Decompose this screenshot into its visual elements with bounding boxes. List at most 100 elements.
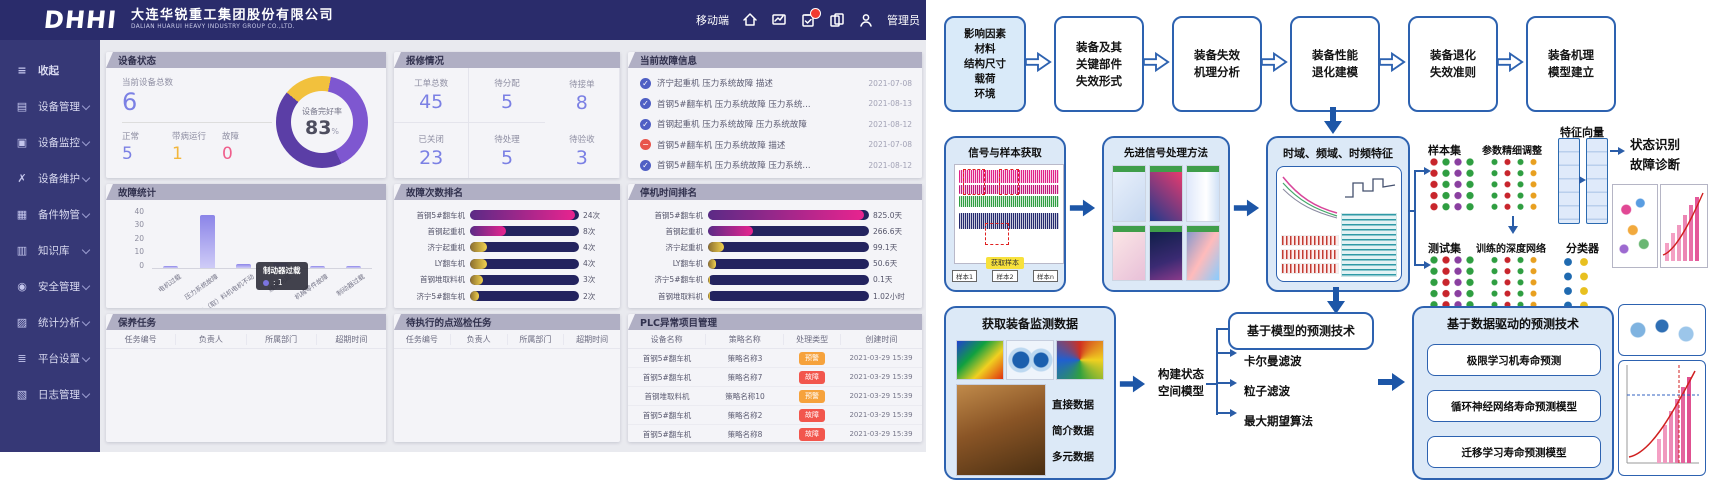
table-row[interactable]: 首钢5#翻车机 策略名称8 故障 2021-03-29 15:39 [628, 425, 922, 442]
panel-plc: PLC异常项目管理 设备名称 策略名称 处理类型 创建时间 首钢5#翻车机 策 [628, 314, 922, 442]
fault-text: 首钢起重机 压力系统故障 压力系统故障 [657, 118, 807, 130]
rank-label: 首钢5#翻车机 [637, 210, 708, 221]
device-cell: 首钢5#翻车机 [628, 372, 706, 383]
rank-value: 99.1天 [869, 242, 913, 253]
sidebar-item[interactable]: ≣ 平台设置 [0, 340, 100, 376]
fault-info-row[interactable]: 济宁起重机 压力系统故障 描述 2021-07-08 [640, 73, 912, 94]
arrow-right-icon [1232, 196, 1260, 220]
y-tick: 30 [134, 221, 144, 229]
rank-label: LY翻车机 [403, 258, 470, 269]
clipboard-icon[interactable] [800, 12, 816, 28]
table-row[interactable]: 首钢堆取料机 策略名称10 预警 2021-03-29 15:39 [628, 387, 922, 406]
trained-network-label: 训练的深度网络 [1476, 240, 1546, 255]
column-header: 策略名称 [706, 334, 784, 345]
signal-waveforms [954, 164, 1064, 264]
fault-text: 首钢5#翻车机 压力系统故障 压力系统... [657, 98, 811, 110]
rank-fill [470, 291, 479, 301]
fault-bar-chart: 电机过载 压力系统故障 堆（取）料机电机不动 [152, 208, 372, 269]
bar [200, 215, 215, 268]
rank-track [708, 242, 869, 252]
sidebar-item-icon: ▧ [15, 388, 29, 401]
column-header: 所属部门 [247, 334, 317, 345]
trend-chart-icon[interactable] [771, 12, 787, 28]
method-label: 粒子滤波 [1244, 376, 1313, 406]
mobile-link[interactable]: 移动端 [696, 12, 729, 28]
rank-track [470, 259, 579, 269]
rank-value: 50.6天 [869, 258, 913, 269]
column-header: 创建时间 [841, 334, 922, 345]
rank-fill [708, 291, 710, 301]
documents-icon[interactable] [829, 12, 845, 28]
box-title: 信号与样本获取 [946, 145, 1064, 160]
policy-cell: 策略名称2 [706, 410, 784, 421]
sidebar-item-label: 设备监控 [38, 135, 80, 150]
fault-info-row[interactable]: 首钢5#翻车机 压力系统故障 压力系统... 2021-08-12 [640, 155, 912, 176]
status-badge: 预警 [799, 390, 825, 403]
dashboard-main: 设备状态 当前设备总数 6 正常 5 [100, 40, 926, 452]
chevron-down-icon [82, 210, 90, 218]
rank-label: 首钢堆取料机 [637, 291, 708, 302]
hamburger-icon: ≡ [15, 64, 29, 77]
signal-acquisition-box: 信号与样本获取 获取样本 样本1样本2样本n [944, 136, 1066, 292]
policy-cell: 策略名称8 [706, 429, 784, 440]
donut-value: 83 [305, 117, 331, 139]
rank-row: 首钢5#翻车机 24次 [403, 207, 611, 223]
time-cell: 2021-03-29 15:39 [840, 430, 922, 438]
table-row[interactable]: 首钢5#翻车机 策略名称7 故障 2021-03-29 15:39 [628, 368, 922, 387]
bar-slot: 电机过载 [152, 208, 189, 268]
flow-box-influence-factors: 影响因素 材料 结构尺寸 载荷 环境 [944, 16, 1026, 112]
sidebar-menu: ▤ 设备管理 ▣ 设备监控 ✗ 设备维护 [0, 88, 100, 412]
sidebar-item[interactable]: ▦ 备件物管 [0, 196, 100, 232]
box-title: 基于数据驱动的预测技术 [1414, 315, 1612, 332]
y-axis-ticks: 403020100 [126, 208, 144, 269]
arrow-right-icon [1118, 372, 1146, 396]
user-avatar-icon[interactable] [858, 12, 874, 28]
table-row[interactable]: 首钢5#翻车机 策略名称2 故障 2021-03-29 15:39 [628, 406, 922, 425]
arrow-down-icon [1508, 226, 1518, 239]
sidebar-item[interactable]: ✗ 设备维护 [0, 160, 100, 196]
rank-label: 首钢起重机 [403, 226, 470, 237]
panel-fault-stats: 故障统计 403020100 电机过载 [106, 184, 386, 308]
sidebar-item-label: 平台设置 [38, 351, 80, 366]
sidebar-collapse[interactable]: ≡ 收起 [0, 52, 100, 88]
sidebar-item-icon: ▤ [15, 100, 29, 113]
rank-value: 3次 [579, 274, 611, 285]
sidebar-item[interactable]: ▥ 知识库 [0, 232, 100, 268]
panel-title: PLC异常项目管理 [628, 315, 717, 329]
column-header: 超期时间 [317, 334, 386, 345]
fault-info-row[interactable]: 首钢5#翻车机 压力系统故障 描述 2021-07-08 [640, 135, 912, 156]
sidebar-item[interactable]: ▣ 设备监控 [0, 124, 100, 160]
fault-date: 2021-08-13 [868, 99, 912, 108]
fault-info-row[interactable]: 首钢起重机 压力系统故障 压力系统故障 2021-08-12 [640, 114, 912, 135]
rank-track [470, 291, 579, 301]
chevron-down-icon [82, 174, 90, 182]
methodology-flowchart: 影响因素 材料 结构尺寸 载荷 环境 装备及其 关键部件 失效形式 装备失效 机… [926, 0, 1713, 481]
bar-slot: 制动器过载 [335, 208, 372, 268]
home-icon[interactable] [742, 12, 758, 28]
box-title: 获取装备监测数据 [946, 315, 1114, 332]
arrow-down-icon [1321, 105, 1345, 135]
rank-row: 首钢堆取料机 3次 [403, 272, 611, 288]
panel-fault-info: 当前故障信息 济宁起重机 压力系统故障 描述 2021-07-08 [628, 52, 922, 178]
sidebar-item[interactable]: ◉ 安全管理 [0, 268, 100, 304]
rank-fill [708, 242, 724, 252]
fault-info-row[interactable]: 首钢5#翻车机 压力系统故障 压力系统... 2021-08-13 [640, 94, 912, 115]
fault-date: 2021-07-08 [868, 79, 912, 88]
admin-label[interactable]: 管理员 [887, 12, 920, 28]
classifier-diagram [1560, 254, 1592, 312]
rank-row: 首钢起重机 8次 [403, 223, 611, 239]
status-badge: 故障 [799, 428, 825, 441]
sidebar-item[interactable]: ▤ 设备管理 [0, 88, 100, 124]
y-tick: 40 [134, 208, 144, 216]
panel-fault-rank: 故障次数排名 首钢5#翻车机 24次 首钢起重机 [394, 184, 620, 308]
device-cell: 首钢5#翻车机 [628, 429, 706, 440]
rank-row: 济宁起重机 4次 [403, 239, 611, 255]
sidebar-item[interactable]: ▨ 统计分析 [0, 304, 100, 340]
arrow-right-icon [1230, 409, 1241, 417]
rank-value: 24次 [579, 210, 611, 221]
sidebar-item[interactable]: ▧ 日志管理 [0, 376, 100, 412]
spectrum-rows [1281, 232, 1339, 277]
waterfall-plot [1341, 213, 1397, 277]
table-row[interactable]: 首钢5#翻车机 策略名称3 预警 2021-03-29 15:39 [628, 349, 922, 368]
legend-dot [263, 280, 269, 286]
